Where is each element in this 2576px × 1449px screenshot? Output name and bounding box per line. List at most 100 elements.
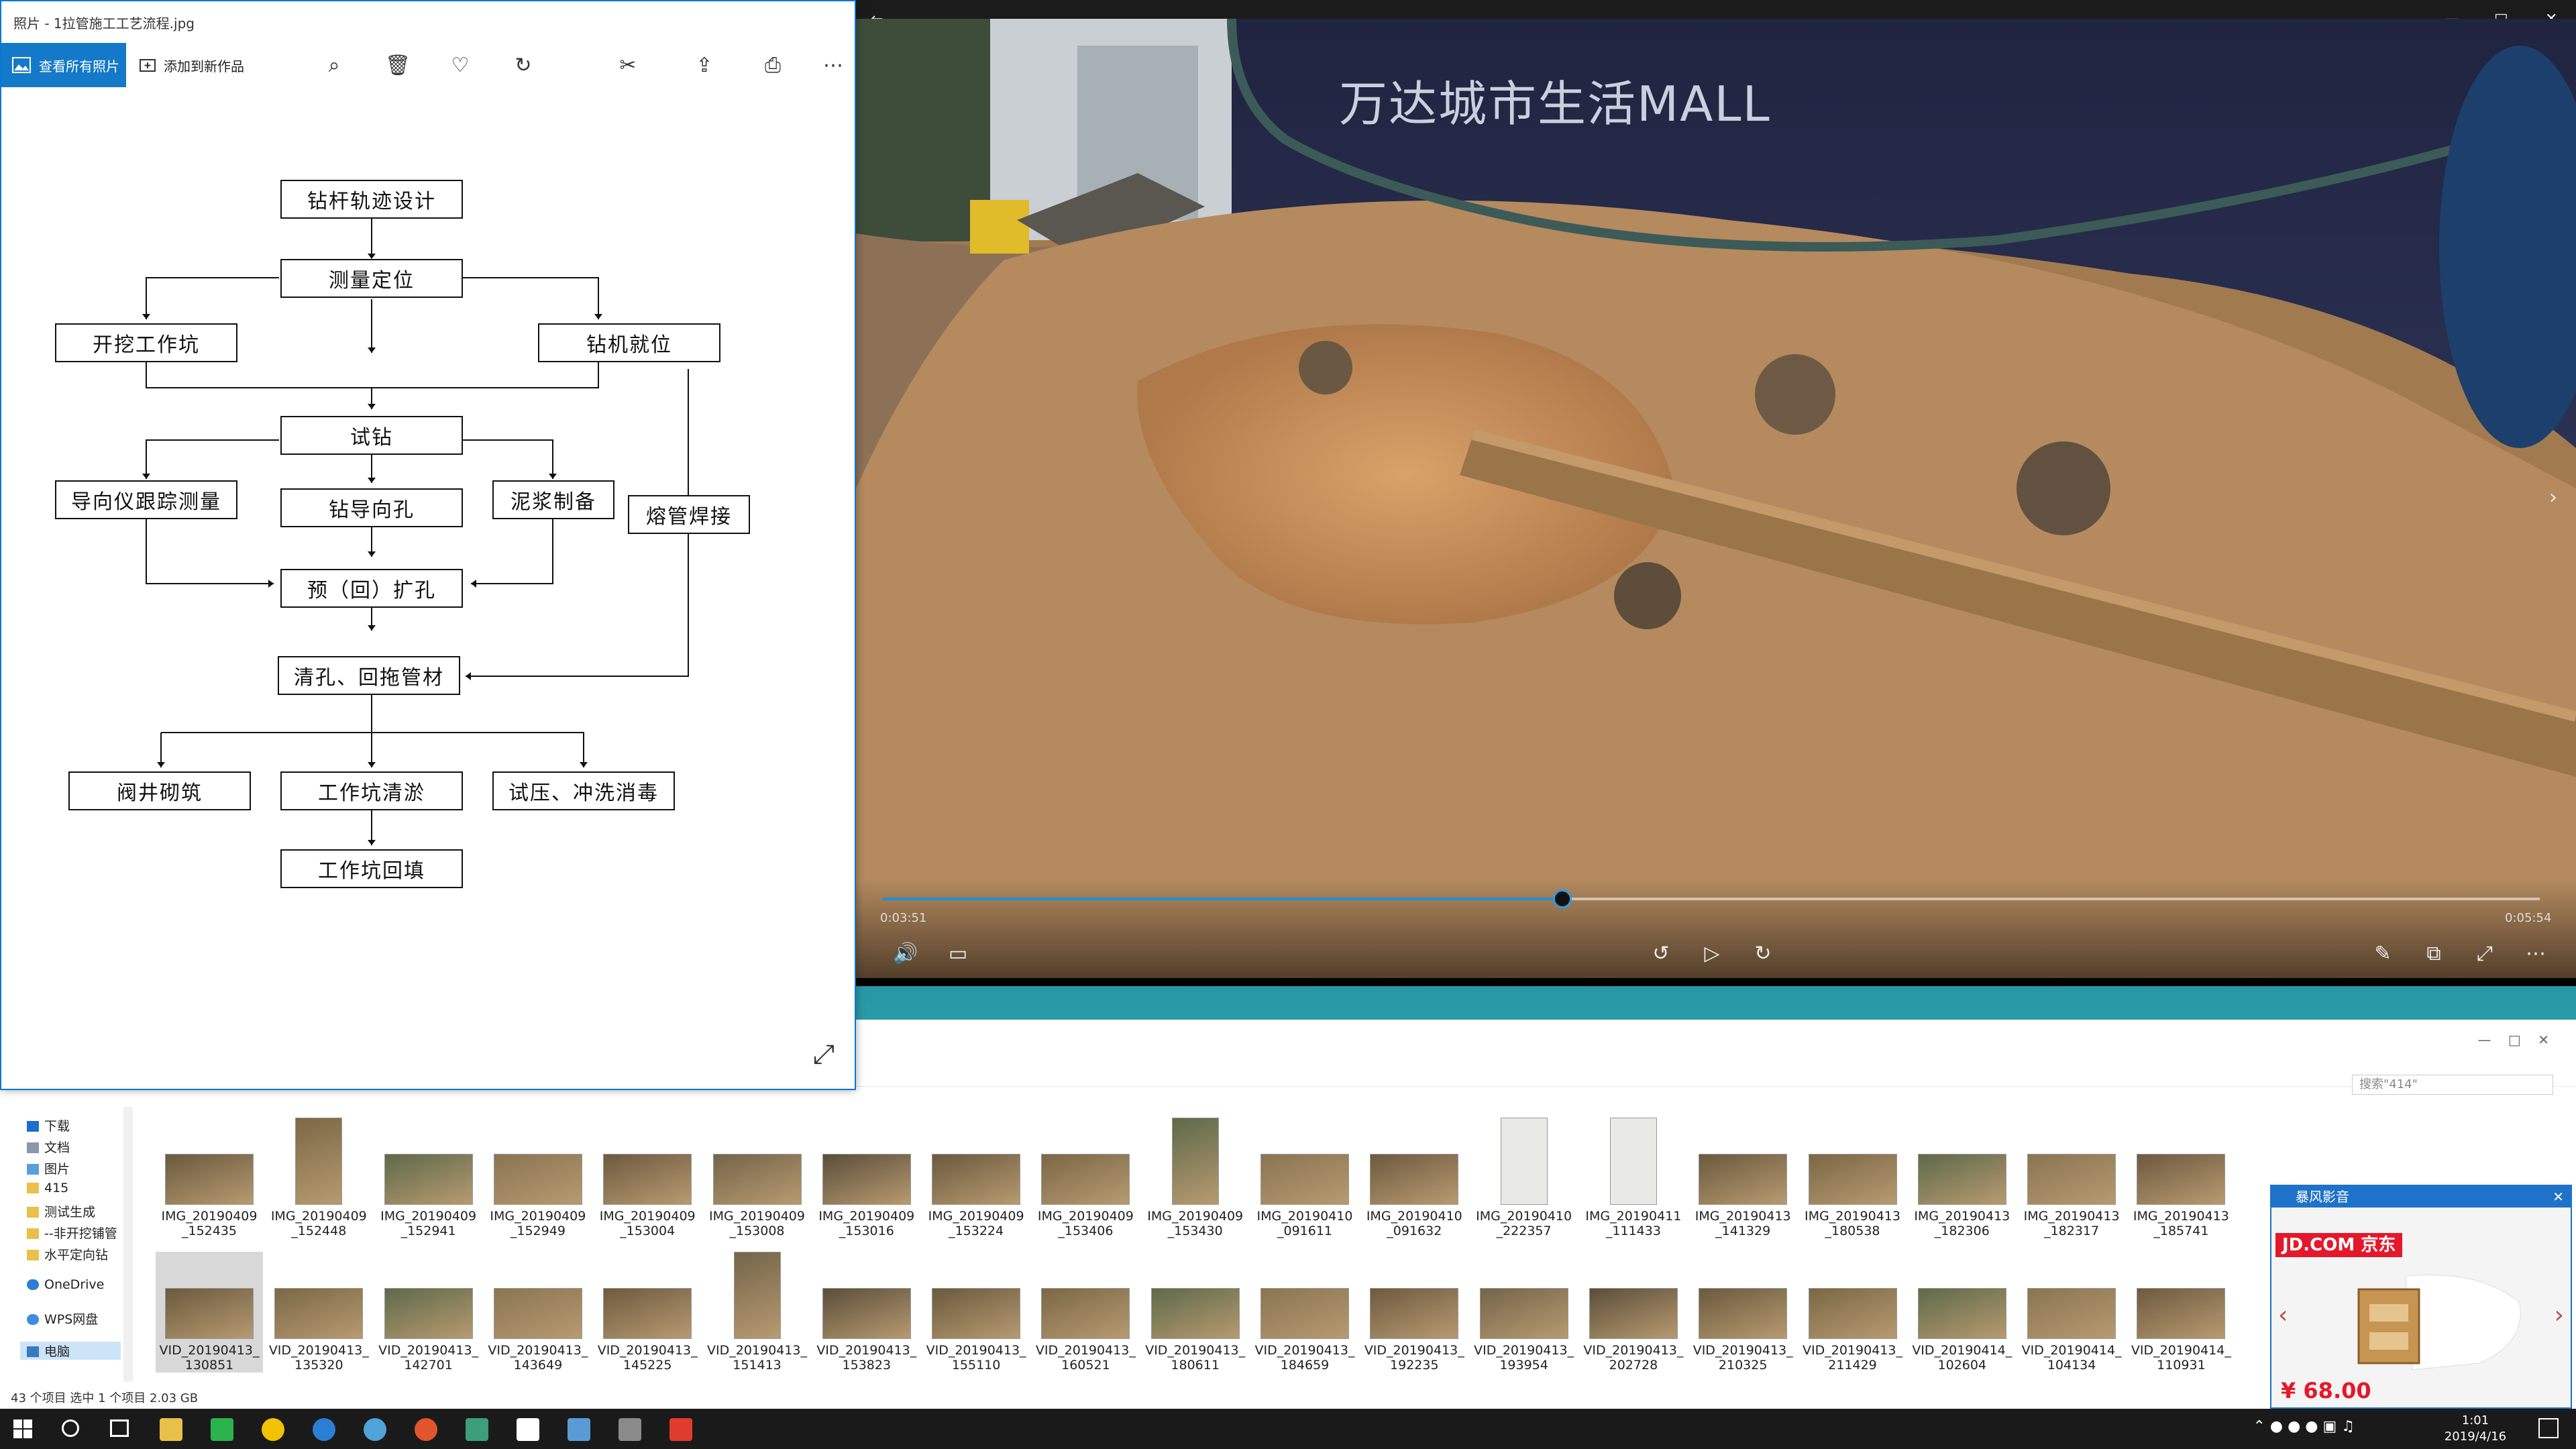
skip-forward-icon[interactable]: ↻ [1748, 939, 1778, 969]
green-app-icon[interactable] [211, 1418, 233, 1441]
photos-window[interactable]: 照片 - 1拉管施工工艺流程.jpg 查看所有照片 添加到新作品 ⌕ 🗑 ♡ ↻… [0, 0, 856, 1090]
ad-close-icon[interactable]: ✕ [2553, 1186, 2564, 1208]
ad-next-arrow-icon[interactable]: › [2555, 1301, 2564, 1329]
ad-popup[interactable]: 暴风影音 ✕ JD.COM 京东 ‹ › ¥ 68.00 [2270, 1185, 2572, 1409]
seek-handle[interactable] [1552, 890, 1572, 908]
video-frame[interactable]: 万达城市生活MALL [856, 19, 2576, 978]
nav-item-computer[interactable]: 电脑 [20, 1342, 121, 1360]
search-input[interactable]: 搜索"414" [2352, 1075, 2553, 1095]
nav-item-documents[interactable]: 文档 [27, 1138, 70, 1156]
task-view-icon[interactable] [110, 1419, 129, 1437]
image-thumbnail[interactable]: IMG_20190409 _153406 [1032, 1118, 1139, 1238]
search-icon[interactable] [62, 1419, 79, 1437]
image-thumbnail[interactable]: IMG_20190410 _091611 [1251, 1118, 1358, 1238]
video-thumbnail[interactable]: VID_20190414_ 104134 [2018, 1252, 2125, 1373]
image-thumbnail[interactable]: IMG_20190411 _111433 [1580, 1118, 1687, 1238]
image-thumbnail[interactable]: IMG_20190409 _153004 [594, 1118, 701, 1238]
browser-app-icon[interactable] [262, 1418, 284, 1441]
video-thumbnail[interactable]: VID_20190414_ 110931 [2127, 1252, 2235, 1373]
image-thumbnail[interactable]: IMG_20190413 _182317 [2018, 1118, 2125, 1238]
next-chevron-icon[interactable]: › [2538, 483, 2568, 513]
image-thumbnail[interactable]: IMG_20190413 _182306 [1909, 1118, 2016, 1238]
skip-back-icon[interactable]: ↺ [1646, 939, 1676, 969]
ad-prev-arrow-icon[interactable]: ‹ [2278, 1301, 2288, 1329]
flow-step-locate: 测量定位 [280, 259, 463, 298]
video-player-window[interactable]: ← — □ ✕ [856, 0, 2576, 986]
video-thumbnail[interactable]: VID_20190413_ 180611 [1142, 1252, 1249, 1373]
video-thumbnail[interactable]: VID_20190413_ 135320 [265, 1252, 372, 1373]
ad-content[interactable]: JD.COM 京东 ‹ › ¥ 68.00 [2271, 1208, 2571, 1407]
clock[interactable]: 1:01 2019/4/16 [2428, 1413, 2522, 1445]
image-thumbnail[interactable]: IMG_20190409 _153008 [704, 1118, 811, 1238]
fullscreen-icon[interactable]: ⤢ [813, 1039, 835, 1070]
add-to-creation-button[interactable]: 添加到新作品 [140, 56, 244, 75]
notifications-icon[interactable] [2538, 1418, 2559, 1438]
video-thumbnail[interactable]: VID_20190413_ 210325 [1689, 1252, 1796, 1373]
print-icon[interactable]: ⎙ [762, 55, 784, 76]
nav-item-wps[interactable]: WPS网盘 [27, 1309, 98, 1328]
image-thumbnail[interactable]: IMG_20190409 _153224 [922, 1118, 1030, 1238]
seek-bar[interactable] [883, 890, 2540, 908]
favorite-icon[interactable]: ♡ [449, 55, 471, 76]
red-app-icon[interactable] [669, 1418, 692, 1441]
image-thumbnail[interactable]: IMG_20190409 _152435 [156, 1118, 263, 1238]
volume-icon[interactable]: 🔊 [891, 939, 920, 969]
share-icon[interactable]: ⇪ [694, 55, 715, 76]
firefox-app-icon[interactable] [415, 1418, 437, 1441]
chat-app-icon[interactable] [364, 1418, 386, 1441]
photos-app-icon[interactable] [568, 1418, 590, 1441]
network-app-icon[interactable] [313, 1418, 335, 1441]
image-thumbnail[interactable]: IMG_20190413 _185741 [2127, 1118, 2235, 1238]
video-thumbnail[interactable]: VID_20190413_ 153823 [813, 1252, 920, 1373]
video-thumbnail[interactable]: VID_20190413_ 160521 [1032, 1252, 1139, 1373]
video-thumbnail[interactable]: VID_20190413_ 143649 [484, 1252, 592, 1373]
mini-view-icon[interactable]: ⧉ [2419, 939, 2449, 969]
nav-item-pictures[interactable]: 图片 [27, 1159, 70, 1177]
more-icon[interactable]: ⋯ [822, 55, 844, 76]
rotate-icon[interactable]: ↻ [513, 55, 534, 76]
video-thumbnail[interactable]: VID_20190413_ 142701 [375, 1252, 482, 1373]
file-name: _091611 [1277, 1224, 1333, 1238]
windows-start-icon[interactable] [13, 1419, 32, 1438]
nav-item-test[interactable]: 测试生成 [27, 1202, 95, 1220]
image-thumbnail[interactable]: IMG_20190409 _152448 [265, 1118, 372, 1238]
video-thumbnail[interactable]: VID_20190413_ 151413 [704, 1252, 811, 1373]
image-thumbnail[interactable]: IMG_20190409 _153430 [1142, 1118, 1249, 1238]
play-icon[interactable]: ▷ [1697, 939, 1727, 969]
video-thumbnail[interactable]: VID_20190413_ 202728 [1580, 1252, 1687, 1373]
video-more-icon[interactable]: ⋯ [2521, 939, 2551, 969]
video-thumbnail[interactable]: VID_20190413_ 184659 [1251, 1252, 1358, 1373]
edit-icon[interactable]: ✂ [617, 55, 639, 76]
image-thumbnail[interactable]: IMG_20190413 _141329 [1689, 1118, 1796, 1238]
delete-icon[interactable]: 🗑 [385, 55, 411, 76]
zoom-icon[interactable]: ⌕ [323, 55, 345, 76]
file-explorer-app-icon[interactable] [160, 1418, 182, 1441]
image-thumbnail[interactable]: IMG_20190409 _153016 [813, 1118, 920, 1238]
video-thumbnail[interactable]: VID_20190413_ 211429 [1799, 1252, 1907, 1373]
nav-item-folder-415[interactable]: 415 [27, 1181, 68, 1195]
nav-item-downloads[interactable]: 下载 [27, 1116, 70, 1134]
view-all-photos-button[interactable]: 查看所有照片 [1, 43, 126, 87]
image-thumbnail[interactable]: IMG_20190409 _152941 [375, 1118, 482, 1238]
nav-scrollbar[interactable] [123, 1107, 133, 1382]
video-thumbnail[interactable]: VID_20190413_ 130851 [156, 1252, 263, 1373]
video-thumbnail[interactable]: VID_20190414_ 102604 [1909, 1252, 2016, 1373]
video-thumbnail[interactable]: VID_20190413_ 192235 [1360, 1252, 1468, 1373]
window-app-icon[interactable] [517, 1418, 539, 1441]
nav-item-trenchless[interactable]: --非开挖铺管 [27, 1224, 117, 1242]
image-thumbnail[interactable]: IMG_20190409 _152949 [484, 1118, 592, 1238]
nav-item-hdd[interactable]: 水平定向钻 [27, 1245, 108, 1263]
video-app-icon[interactable] [619, 1418, 641, 1441]
image-thumbnail[interactable]: IMG_20190410 _222357 [1470, 1118, 1578, 1238]
full-screen-icon[interactable]: ⤢ [2470, 939, 2500, 969]
pencil-icon[interactable]: ✎ [2368, 939, 2398, 969]
subtitles-icon[interactable]: ▭ [943, 939, 973, 969]
video-thumbnail[interactable]: VID_20190413_ 193954 [1470, 1252, 1578, 1373]
video-thumbnail[interactable]: VID_20190413_ 155110 [922, 1252, 1030, 1373]
image-thumbnail[interactable]: IMG_20190410 _091632 [1360, 1118, 1468, 1238]
video-thumbnail[interactable]: VID_20190413_ 145225 [594, 1252, 701, 1373]
calculator-app-icon[interactable] [466, 1418, 488, 1441]
image-thumbnail[interactable]: IMG_20190413 _180538 [1799, 1118, 1907, 1238]
system-tray-icons[interactable]: ⌃ ● ● ● ▣ ♫ [2253, 1418, 2355, 1435]
nav-item-onedrive[interactable]: OneDrive [27, 1277, 104, 1292]
